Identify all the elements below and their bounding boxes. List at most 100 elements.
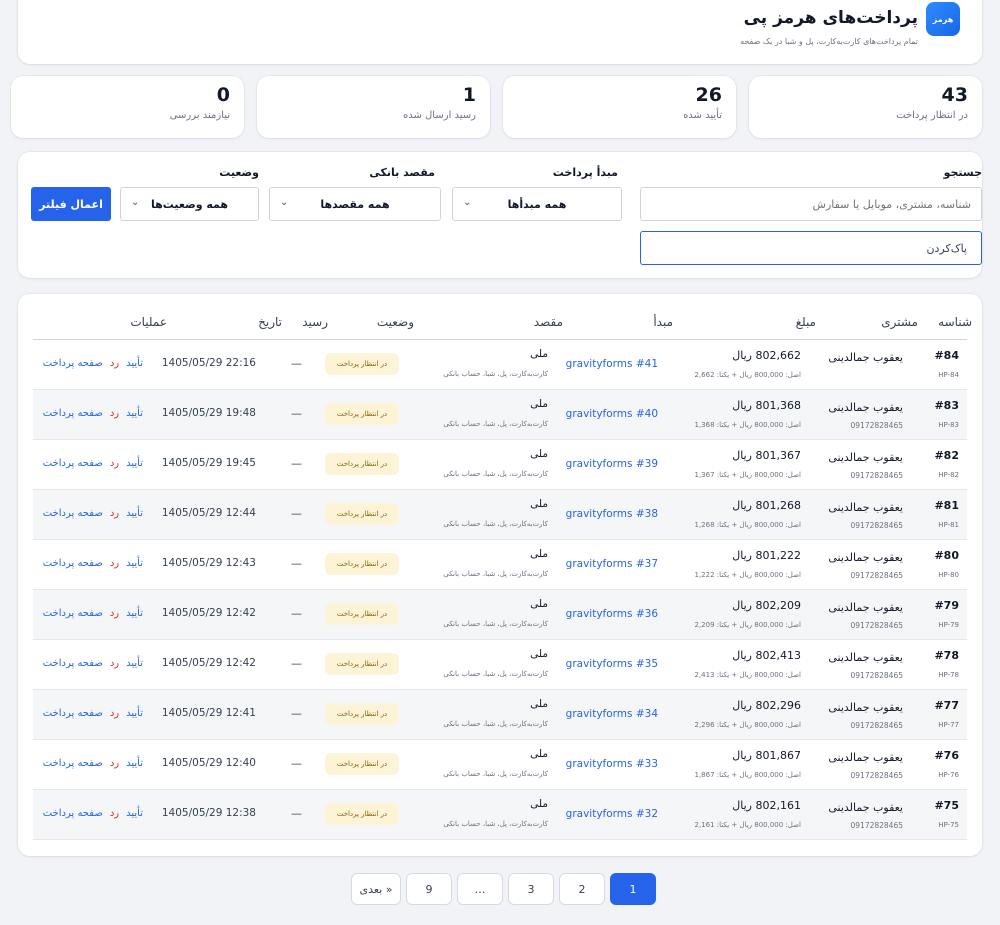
payment-page-link[interactable]: صفحه پرداخت [43, 358, 103, 369]
col-header-receipt: رسید [302, 315, 328, 329]
origin-link[interactable]: gravityforms #34 [566, 708, 658, 720]
customer-phone: 09172828465 [850, 621, 904, 630]
hormoz-pay-logo-icon: هرمز [926, 2, 960, 36]
customer-name: یعقوب جمالدینی [828, 801, 903, 814]
reject-button[interactable]: رد [110, 708, 119, 719]
page-button-1[interactable]: 1 [610, 873, 656, 905]
page-button-2[interactable]: 2 [559, 873, 605, 905]
search-input[interactable] [640, 187, 982, 221]
payment-date: 1405/05/29 12:42 [161, 657, 256, 669]
table-row: #76 HP-76 یعقوب جمالدینی 09172828465 801,867… [33, 740, 967, 790]
approve-button[interactable]: تأیید [126, 458, 143, 469]
next-page-button[interactable]: بعدی » [351, 873, 401, 905]
table-row: #75 HP-75 یعقوب جمالدینی 09172828465 802,161… [33, 790, 967, 840]
reject-button[interactable]: رد [110, 558, 119, 569]
reject-button[interactable]: رد [110, 458, 119, 469]
origin-link[interactable]: gravityforms #37 [566, 558, 658, 570]
amount-breakdown: اصل: 800,000 ریال + یکتا: 1,867 [694, 771, 801, 779]
reject-button[interactable]: رد [110, 808, 119, 819]
reject-button[interactable]: رد [110, 658, 119, 669]
status-badge: در انتظار پرداخت [325, 603, 399, 625]
page-button-9[interactable]: 9 [406, 873, 452, 905]
chevron-down-icon: ⌄ [131, 197, 140, 208]
destination-methods: کارت‌به‌کارت، پل، شبا، حساب بانکی [443, 520, 548, 528]
amount-breakdown: اصل: 800,000 ریال + یکتا: 2,161 [694, 821, 801, 829]
payment-id: #82 [934, 449, 959, 462]
origin-link[interactable]: gravityforms #35 [566, 658, 658, 670]
approve-button[interactable]: تأیید [126, 508, 143, 519]
reject-button[interactable]: رد [110, 408, 119, 419]
payment-date: 1405/05/29 19:48 [161, 407, 256, 419]
approve-button[interactable]: تأیید [126, 658, 143, 669]
stat-value: 26 [695, 84, 722, 106]
payment-page-link[interactable]: صفحه پرداخت [43, 808, 103, 819]
status-badge: در انتظار پرداخت [325, 803, 399, 825]
reject-button[interactable]: رد [110, 508, 119, 519]
payment-date: 1405/05/29 12:41 [161, 707, 256, 719]
origin-link[interactable]: gravityforms #32 [566, 808, 658, 820]
table-row: #84 HP-84 یعقوب جمالدینی 802,662 ریال اصل: 8… [33, 340, 967, 390]
payment-page-link[interactable]: صفحه پرداخت [43, 708, 103, 719]
apply-filter-button[interactable]: اعمال فیلتر [31, 187, 111, 221]
table-row: #79 HP-79 یعقوب جمالدینی 09172828465 802,209… [33, 590, 967, 640]
chevron-down-icon: ⌄ [463, 197, 472, 208]
stat-value: 43 [941, 84, 968, 106]
row-actions: تأیید رد صفحه پرداخت [43, 758, 143, 769]
row-actions: تأیید رد صفحه پرداخت [43, 708, 143, 719]
payment-page-link[interactable]: صفحه پرداخت [43, 458, 103, 469]
destination-bank: ملی [530, 598, 548, 610]
status-badge: در انتظار پرداخت [325, 753, 399, 775]
amount-breakdown: اصل: 800,000 ریال + یکتا: 2,296 [694, 721, 801, 729]
amount-breakdown: اصل: 800,000 ریال + یکتا: 1,368 [694, 421, 801, 429]
filter-panel: جستجو مبدأ پرداخت همه مبدأها ⌄ مقصد بانک… [18, 152, 982, 278]
payment-page-link[interactable]: صفحه پرداخت [43, 608, 103, 619]
row-actions: تأیید رد صفحه پرداخت [43, 458, 143, 469]
reject-button[interactable]: رد [110, 758, 119, 769]
approve-button[interactable]: تأیید [126, 708, 143, 719]
amount: 801,367 ریال [732, 449, 801, 462]
destination-bank: ملی [530, 548, 548, 560]
table-row: #78 HP-78 یعقوب جمالدینی 09172828465 802,413… [33, 640, 967, 690]
payment-page-link[interactable]: صفحه پرداخت [43, 508, 103, 519]
origin-link[interactable]: gravityforms #41 [566, 358, 658, 370]
approve-button[interactable]: تأیید [126, 808, 143, 819]
stat-label: تأیید شده [683, 110, 722, 121]
customer-phone: 09172828465 [850, 821, 904, 830]
col-header-operations: عملیات [130, 315, 167, 329]
payment-page-link[interactable]: صفحه پرداخت [43, 658, 103, 669]
page-button-3[interactable]: 3 [508, 873, 554, 905]
customer-name: یعقوب جمالدینی [828, 451, 903, 464]
reject-button[interactable]: رد [110, 358, 119, 369]
search-label: جستجو [943, 166, 982, 179]
status-select[interactable]: همه وضعیت‌ها ⌄ [120, 187, 259, 221]
amount: 802,296 ریال [732, 699, 801, 712]
payment-date: 1405/05/29 12:43 [161, 557, 256, 569]
approve-button[interactable]: تأیید [126, 408, 143, 419]
reject-button[interactable]: رد [110, 608, 119, 619]
payment-page-link[interactable]: صفحه پرداخت [43, 758, 103, 769]
origin-link[interactable]: gravityforms #33 [566, 758, 658, 770]
amount-breakdown: اصل: 800,000 ریال + یکتا: 1,268 [694, 521, 801, 529]
approve-button[interactable]: تأیید [126, 608, 143, 619]
origin-link[interactable]: gravityforms #39 [566, 458, 658, 470]
row-actions: تأیید رد صفحه پرداخت [43, 558, 143, 569]
amount: 802,413 ریال [732, 649, 801, 662]
destination-methods: کارت‌به‌کارت، پل، شبا، حساب بانکی [443, 770, 548, 778]
table-row: #82 HP-82 یعقوب جمالدینی 09172828465 801,367… [33, 440, 967, 490]
approve-button[interactable]: تأیید [126, 558, 143, 569]
origin-link[interactable]: gravityforms #38 [566, 508, 658, 520]
payment-page-link[interactable]: صفحه پرداخت [43, 408, 103, 419]
table-row: #77 HP-77 یعقوب جمالدینی 09172828465 802,296… [33, 690, 967, 740]
approve-button[interactable]: تأیید [126, 358, 143, 369]
payment-date: 1405/05/29 12:40 [161, 757, 256, 769]
destination-methods: کارت‌به‌کارت، پل، شبا، حساب بانکی [443, 820, 548, 828]
approve-button[interactable]: تأیید [126, 758, 143, 769]
origin-select[interactable]: همه مبدأها ⌄ [452, 187, 622, 221]
clear-filter-button[interactable]: پاک‌کردن [640, 231, 982, 265]
payment-page-link[interactable]: صفحه پرداخت [43, 558, 103, 569]
payment-code: HP-84 [938, 371, 959, 379]
origin-link[interactable]: gravityforms #40 [566, 408, 658, 420]
origin-link[interactable]: gravityforms #36 [566, 608, 658, 620]
amount: 801,222 ریال [732, 549, 801, 562]
dest-select[interactable]: همه مقصدها ⌄ [269, 187, 441, 221]
